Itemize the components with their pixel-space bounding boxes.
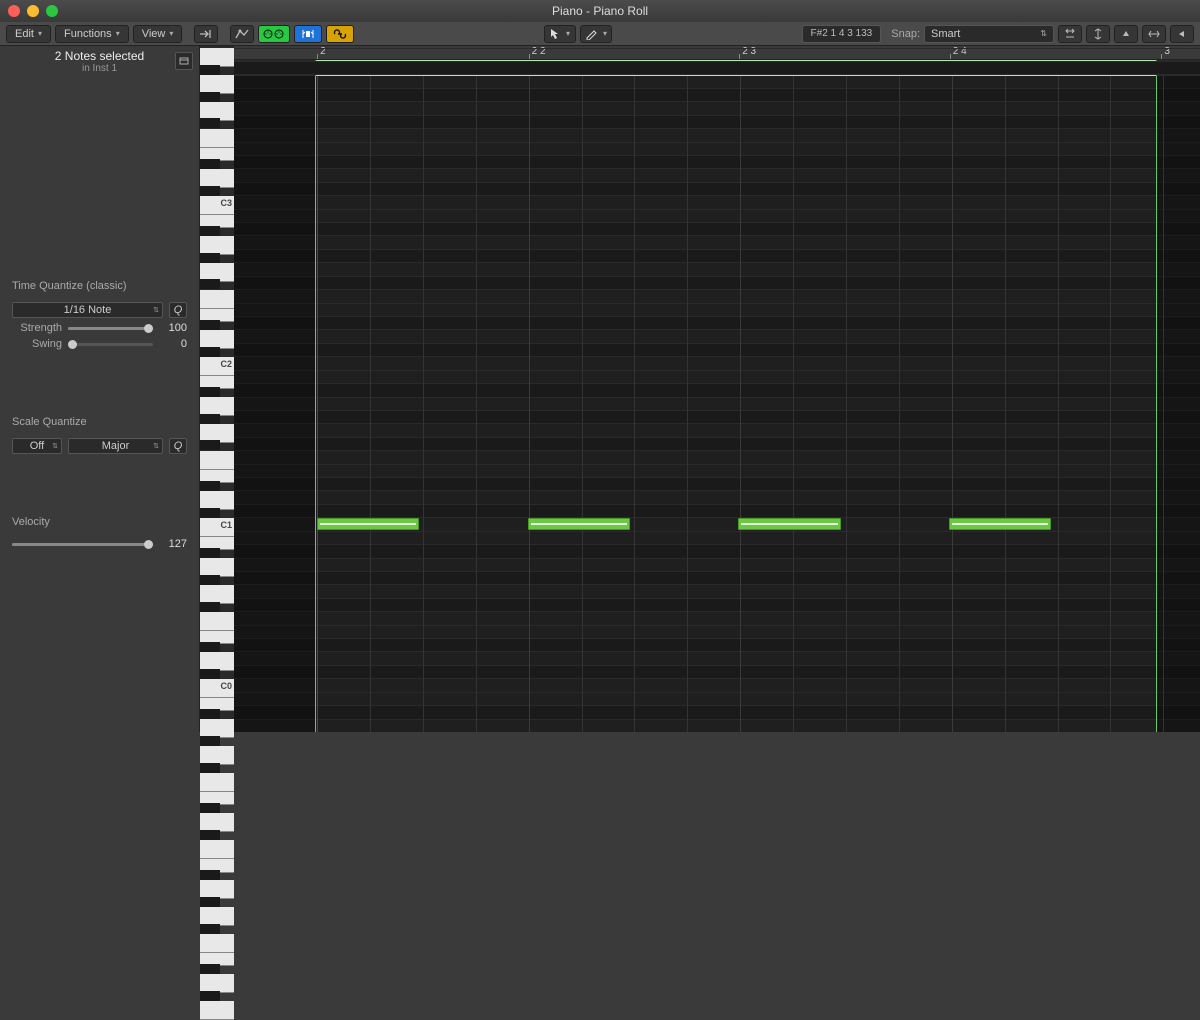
pointer-tool[interactable]: ▾ xyxy=(544,25,576,43)
scale-quantize-type-select[interactable]: Major⇅ xyxy=(68,438,163,454)
strength-label: Strength xyxy=(12,322,62,334)
midi-note[interactable] xyxy=(738,518,840,530)
zoom-horizontal-icon[interactable] xyxy=(1142,25,1166,43)
zoom-vertical-icon[interactable] xyxy=(1086,25,1110,43)
time-quantize-select[interactable]: 1/16 Note⇅ xyxy=(12,302,163,318)
strength-slider[interactable] xyxy=(68,327,153,330)
snap-select[interactable]: Smart⇅ xyxy=(924,25,1054,43)
key-label: C1 xyxy=(220,520,232,530)
window-title: Piano - Piano Roll xyxy=(552,4,648,18)
pencil-tool[interactable]: ▾ xyxy=(580,25,612,43)
snap-label: Snap: xyxy=(891,28,920,40)
velocity-slider[interactable] xyxy=(12,543,153,546)
zoom-vert-auto-icon[interactable] xyxy=(1114,25,1138,43)
scale-quantize-enable-select[interactable]: Off⇅ xyxy=(12,438,62,454)
link-icon[interactable] xyxy=(326,25,354,43)
selection-title: 2 Notes selected xyxy=(55,49,144,63)
event-info-display: F#2 1 4 3 133 xyxy=(802,25,882,43)
window-controls xyxy=(8,5,58,17)
key-label: C3 xyxy=(220,198,232,208)
view-menu[interactable]: View▾ xyxy=(133,25,183,43)
scale-quantize-label: Scale Quantize xyxy=(0,412,199,432)
titlebar: Piano - Piano Roll xyxy=(0,0,1200,22)
edit-menu[interactable]: Edit▾ xyxy=(6,25,51,43)
zoom-horiz-auto-icon[interactable] xyxy=(1170,25,1194,43)
piano-keyboard[interactable]: C3 C2 C1 C0 xyxy=(200,46,234,732)
midi-note[interactable] xyxy=(528,518,630,530)
swing-label: Swing xyxy=(12,338,62,350)
velocity-label: Velocity xyxy=(0,512,199,532)
time-quantize-label: Time Quantize (classic) xyxy=(0,276,199,296)
maximize-window-icon[interactable] xyxy=(46,5,58,17)
minimize-window-icon[interactable] xyxy=(27,5,39,17)
swing-slider[interactable] xyxy=(68,343,153,346)
catch-playhead-icon[interactable] xyxy=(194,25,218,43)
midi-note[interactable] xyxy=(949,518,1051,530)
collapse-icon[interactable] xyxy=(1058,25,1082,43)
midi-in-icon[interactable] xyxy=(258,25,290,43)
region-inspector-button[interactable] xyxy=(175,52,193,70)
swing-value: 0 xyxy=(159,338,187,350)
toolbar: Edit▾ Functions▾ View▾ ▾ ▾ F#2 1 4 3 133… xyxy=(0,22,1200,46)
strength-value: 100 xyxy=(159,322,187,334)
close-window-icon[interactable] xyxy=(8,5,20,17)
selection-subtitle: in Inst 1 xyxy=(82,63,117,74)
functions-menu[interactable]: Functions▾ xyxy=(55,25,129,43)
velocity-value: 127 xyxy=(159,538,187,550)
midi-note[interactable] xyxy=(317,518,419,530)
key-label: C0 xyxy=(220,681,232,691)
automation-icon[interactable] xyxy=(230,25,254,43)
key-label: C2 xyxy=(220,359,232,369)
midi-out-select-icon[interactable] xyxy=(294,25,322,43)
inspector-panel: 2 Notes selected in Inst 1 Time Quantize… xyxy=(0,46,200,732)
piano-roll-grid[interactable]: 22 22 32 43 Inst 1 xyxy=(234,46,1200,732)
scale-quantize-button[interactable]: Q xyxy=(169,438,187,454)
quantize-button[interactable]: Q xyxy=(169,302,187,318)
